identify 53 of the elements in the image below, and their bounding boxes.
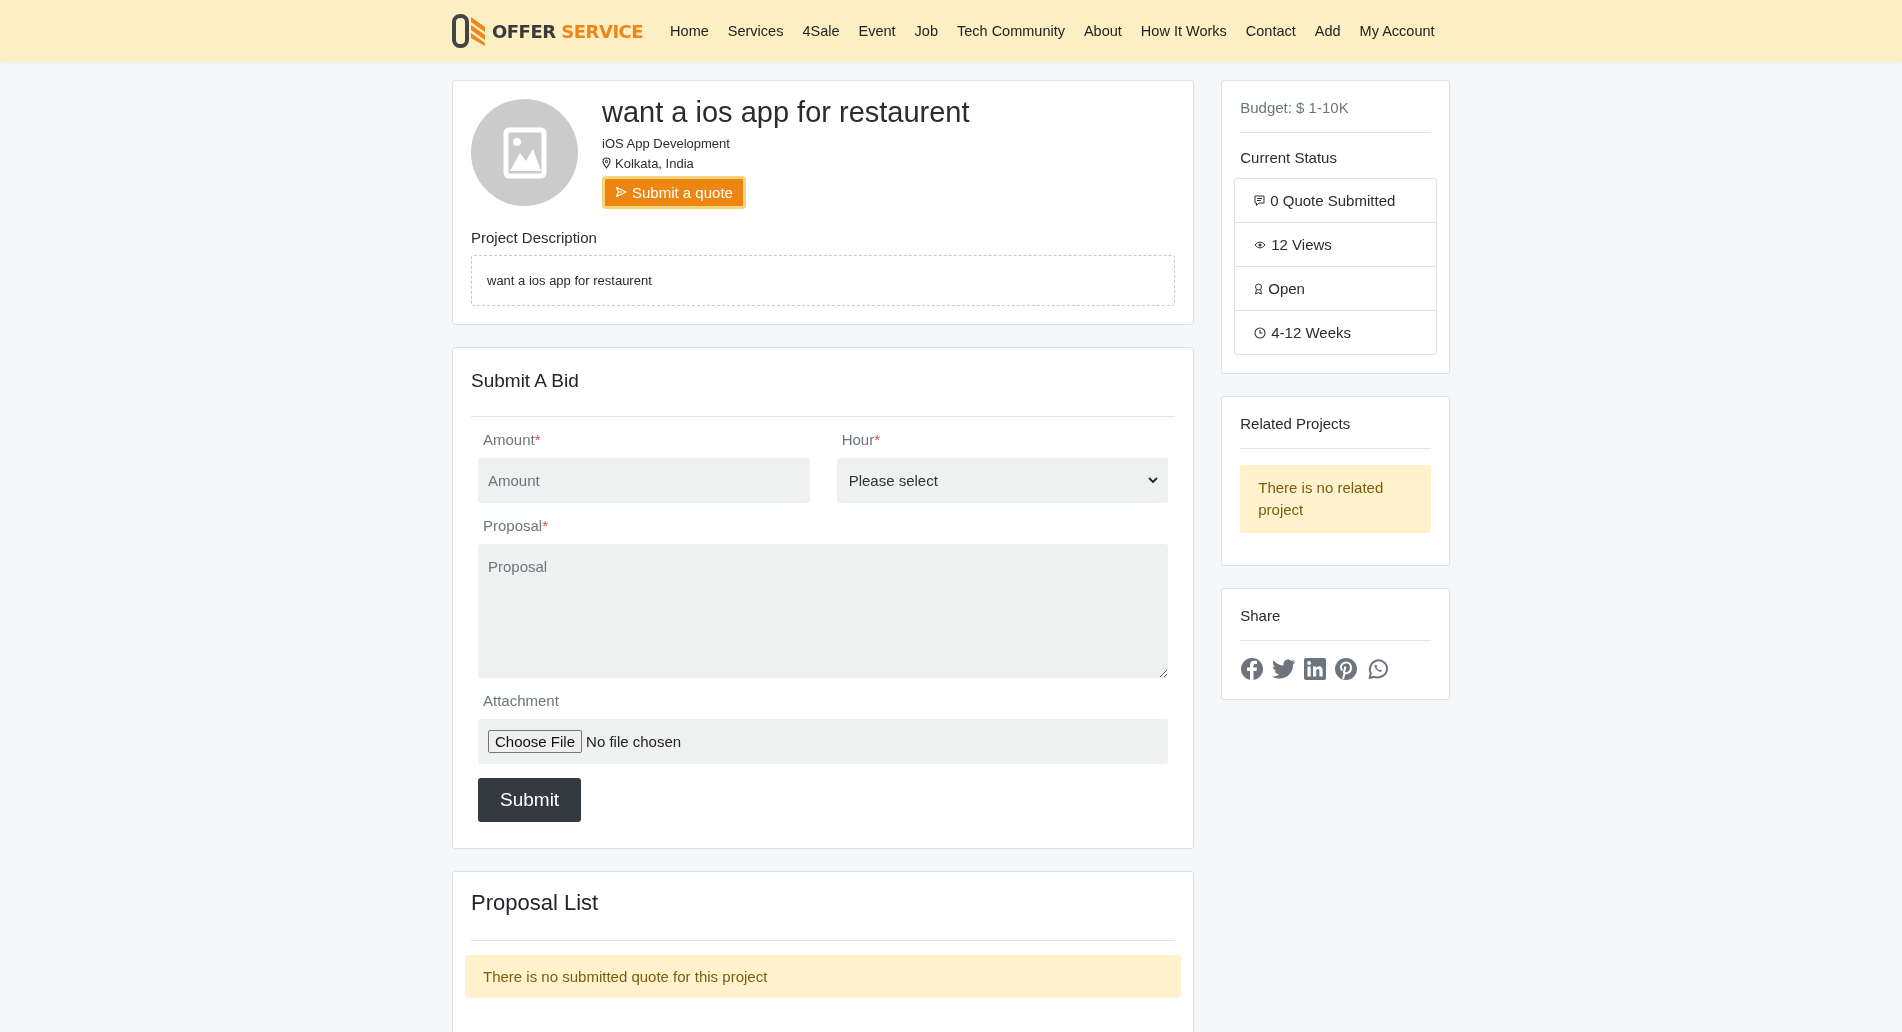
nav-link[interactable]: Contact bbox=[1245, 23, 1296, 39]
nav-link[interactable]: How It Works bbox=[1140, 23, 1227, 39]
award-icon bbox=[1254, 282, 1264, 295]
nav-link[interactable]: Add bbox=[1314, 23, 1341, 39]
status-text: 0 Quote Submitted bbox=[1270, 192, 1396, 209]
section-heading: Current Status bbox=[1240, 149, 1338, 166]
brand-name[interactable]: OFFER SERVICE bbox=[492, 20, 644, 42]
nav-link[interactable]: Tech Community bbox=[956, 23, 1065, 39]
field-label: Proposal* bbox=[482, 516, 550, 534]
project-location: Kolkata, India bbox=[615, 155, 694, 171]
amount-field[interactable]: Amount bbox=[478, 457, 810, 503]
clock-icon bbox=[1254, 326, 1267, 339]
field-label: Amount* bbox=[482, 430, 542, 448]
facebook-icon[interactable] bbox=[1240, 656, 1265, 681]
nav-link[interactable]: About bbox=[1083, 23, 1122, 39]
nav-link[interactable]: Event bbox=[858, 23, 896, 39]
pinterest-icon[interactable] bbox=[1334, 656, 1359, 681]
logo-icon[interactable] bbox=[452, 14, 488, 48]
section-heading: Share bbox=[1240, 606, 1282, 624]
file-status-text: No file chosen bbox=[586, 732, 682, 750]
send-icon bbox=[615, 186, 627, 199]
card-title: Submit A Bid bbox=[471, 368, 580, 392]
chevron-down-icon bbox=[1148, 476, 1159, 484]
location-pin-icon bbox=[602, 157, 611, 170]
nav-link[interactable]: My Account bbox=[1359, 23, 1435, 39]
eye-icon bbox=[1254, 240, 1267, 249]
description-text: want a ios app for restaurent bbox=[471, 254, 1176, 306]
nav-link[interactable]: 4Sale bbox=[802, 23, 840, 39]
submit-button[interactable]: Submit bbox=[478, 777, 582, 822]
empty-message: There is no related project bbox=[1240, 465, 1431, 533]
nav-link[interactable]: Home bbox=[670, 23, 709, 39]
comment-icon bbox=[1254, 194, 1266, 207]
section-heading: Project Description bbox=[471, 228, 598, 246]
status-text: 4-12 Weeks bbox=[1271, 324, 1351, 341]
nav-link[interactable]: Job bbox=[914, 23, 938, 39]
field-label: Hour* bbox=[840, 430, 881, 448]
proposal-field[interactable]: Proposal bbox=[478, 543, 1169, 678]
hour-select[interactable]: Please select bbox=[836, 457, 1169, 503]
choose-file-button[interactable]: Choose File bbox=[488, 729, 583, 753]
section-heading: Related Projects bbox=[1240, 415, 1352, 432]
linkedin-icon[interactable] bbox=[1304, 657, 1327, 680]
attachment-field[interactable]: Choose File No file chosen bbox=[478, 718, 1169, 764]
bird-icon[interactable] bbox=[1272, 657, 1297, 680]
status-text: 12 Views bbox=[1271, 236, 1332, 253]
nav-link[interactable]: Services bbox=[727, 23, 784, 39]
project-category: iOS App Development bbox=[602, 135, 731, 151]
status-text: Open bbox=[1268, 280, 1305, 297]
project-title: want a ios app for restaurent bbox=[602, 97, 970, 129]
chat-bubble-icon[interactable] bbox=[1366, 656, 1391, 681]
budget-text: Budget: $ 1-10K bbox=[1240, 99, 1350, 116]
card-title: Proposal List bbox=[471, 889, 600, 916]
empty-message: There is no submitted quote for this project bbox=[465, 954, 1182, 998]
field-label: Attachment bbox=[482, 691, 560, 709]
